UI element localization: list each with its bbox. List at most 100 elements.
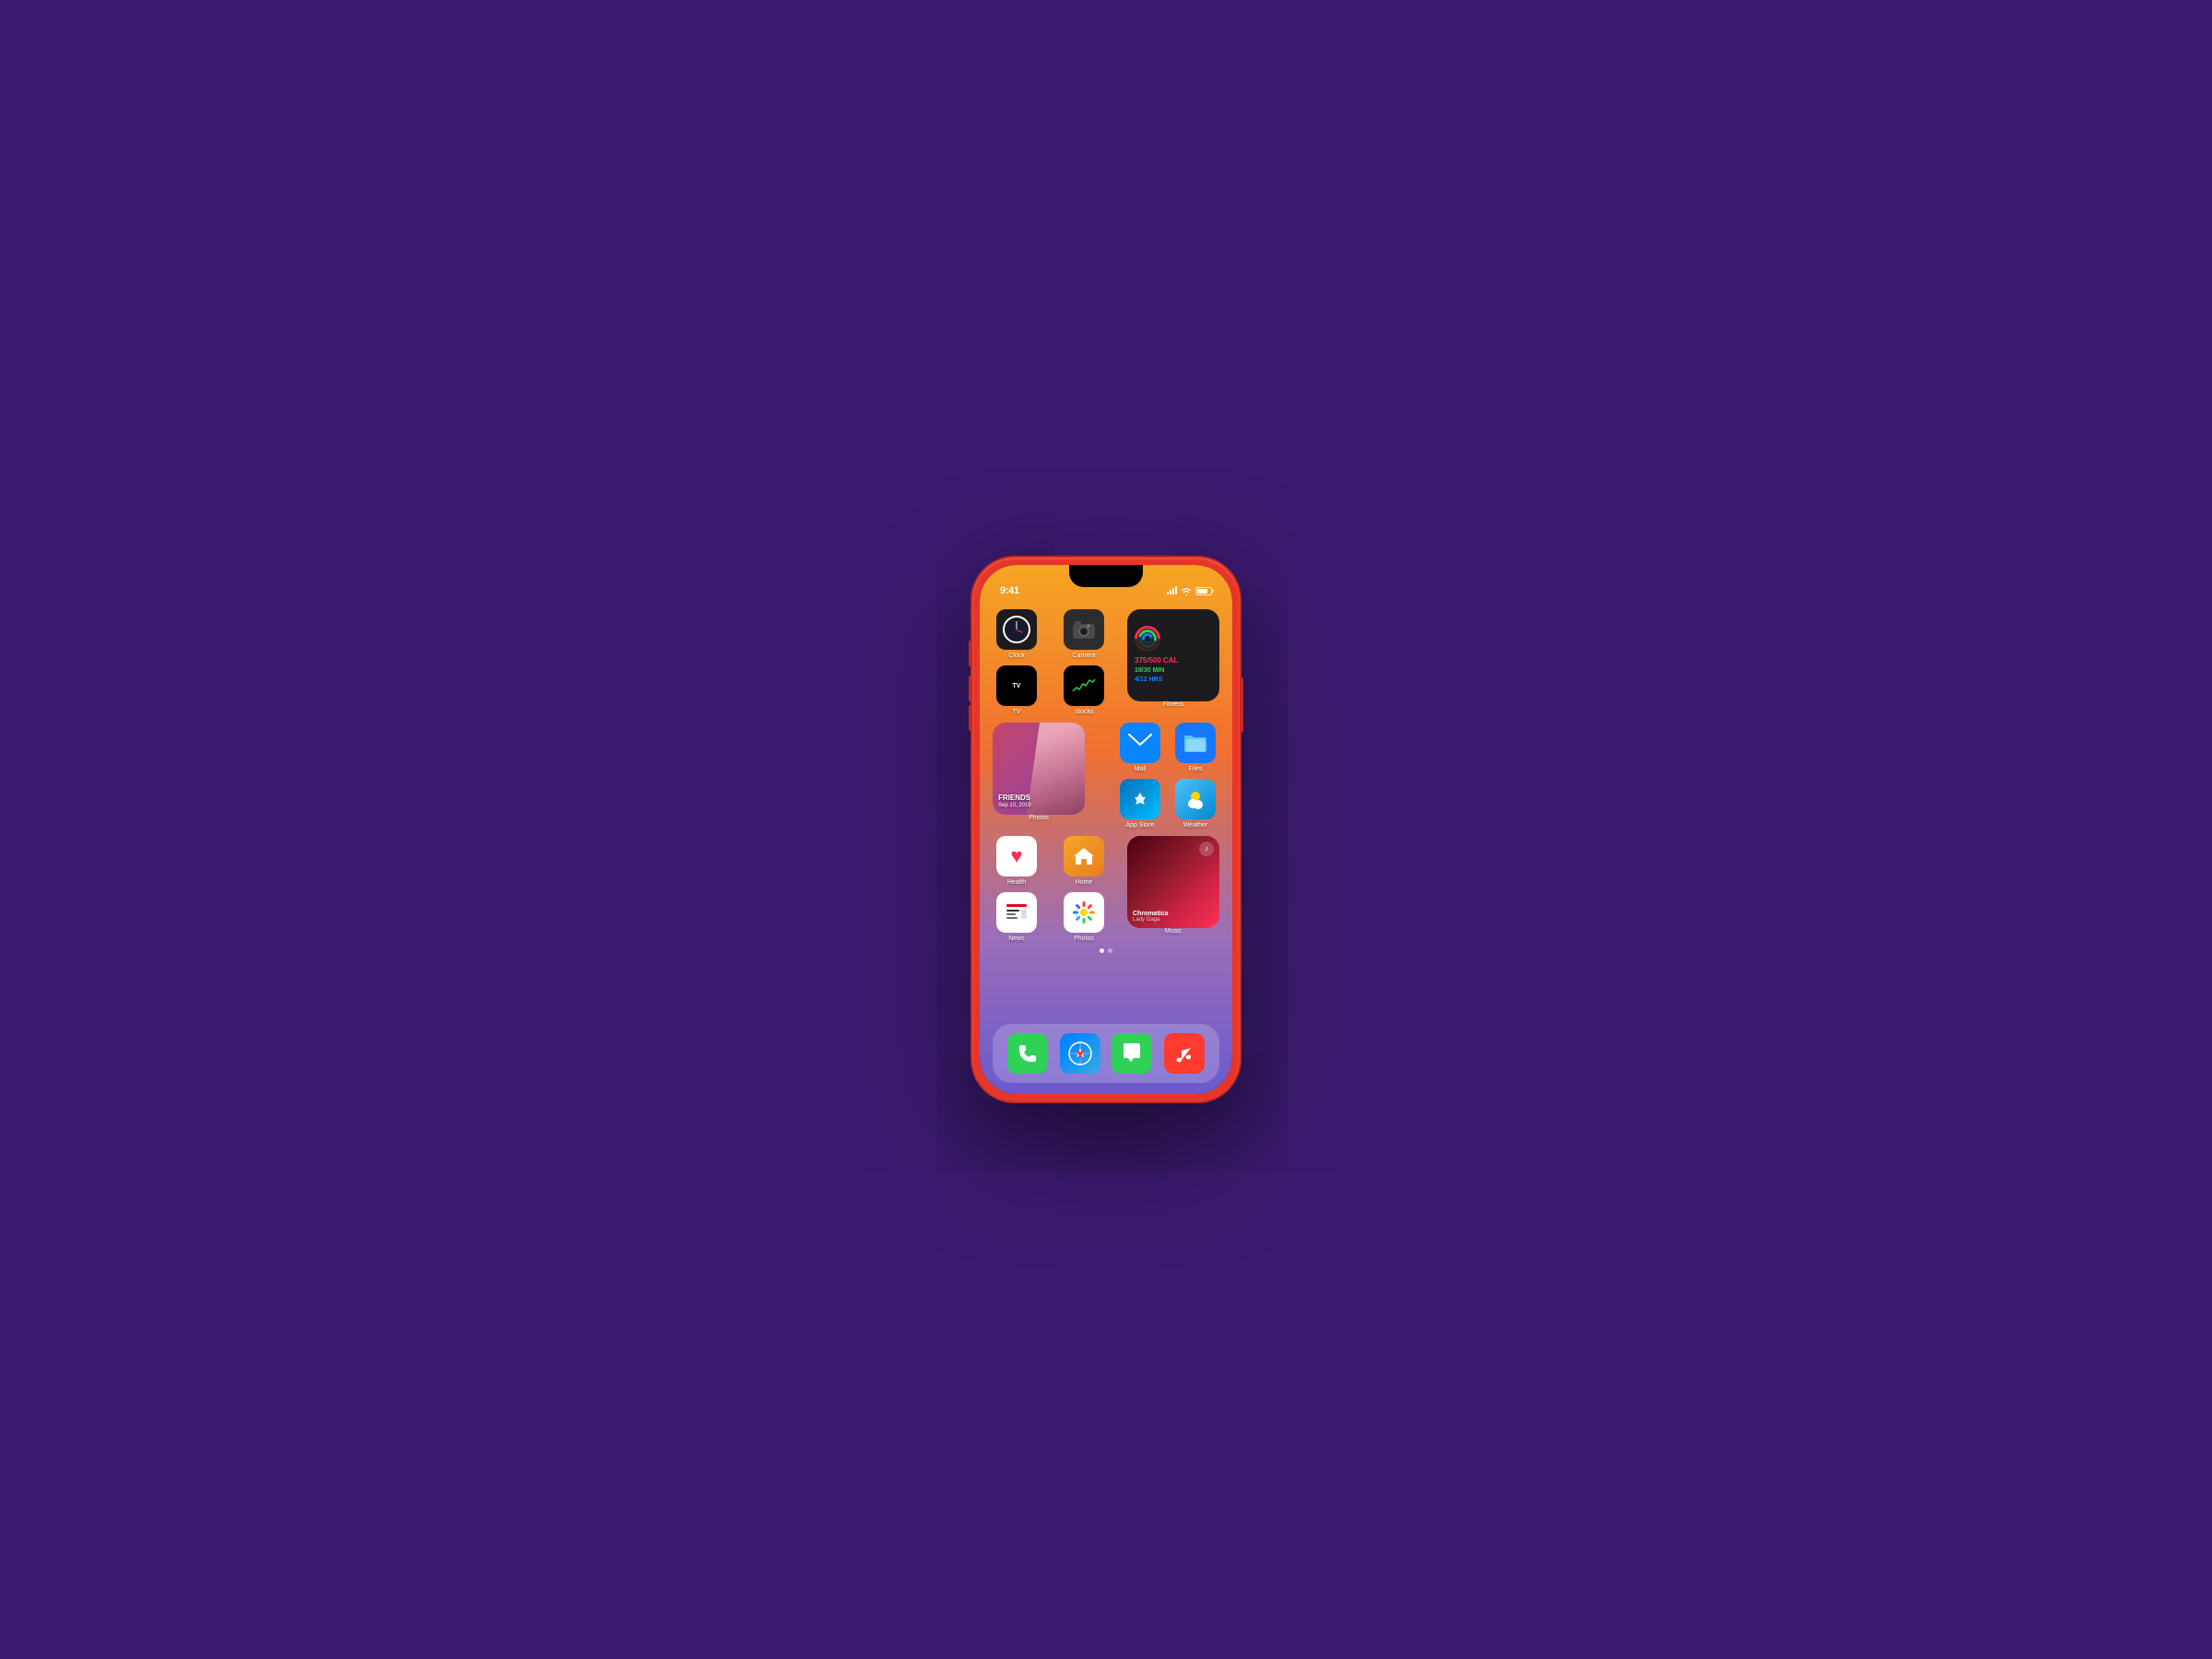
- app-photos[interactable]: Photos: [1060, 892, 1108, 943]
- stocks-label: Stocks: [1074, 709, 1093, 716]
- home-icon[interactable]: [1064, 836, 1104, 877]
- app-health[interactable]: ♥ Health: [993, 836, 1041, 887]
- app-tv[interactable]: TV TV: [993, 665, 1041, 716]
- tv-logo: TV: [1013, 683, 1021, 689]
- phone-icon: [1016, 1041, 1040, 1065]
- health-icon[interactable]: ♥: [996, 836, 1037, 877]
- mail-files-row: Mail Files: [1116, 723, 1219, 773]
- dock-music[interactable]: [1164, 1033, 1205, 1074]
- home-screen: 9:41: [980, 565, 1232, 1094]
- stocks-svg: [1071, 677, 1097, 695]
- messages-icon: [1120, 1041, 1144, 1065]
- mail-files-col: Mail Files: [1116, 723, 1219, 830]
- page-dot-1[interactable]: [1100, 948, 1104, 953]
- fitness-widget-icon[interactable]: 375/500 CAL 19/30 MIN 4/12 HRS: [1127, 609, 1219, 701]
- safari-icon: [1067, 1041, 1093, 1066]
- app-photos-widget[interactable]: FRIENDS Sep 10, 2019 Photos: [993, 723, 1085, 822]
- app-fitness-widget[interactable]: 375/500 CAL 19/30 MIN 4/12 HRS: [1127, 609, 1219, 709]
- files-icon[interactable]: [1175, 723, 1216, 763]
- music-song: Chromatica: [1133, 911, 1214, 917]
- home-photos-col: Home: [1060, 836, 1108, 944]
- battery-fill: [1197, 589, 1207, 594]
- battery-icon: [1195, 587, 1212, 595]
- stocks-icon[interactable]: [1064, 665, 1104, 706]
- phone-device: 9:41: [972, 558, 1240, 1101]
- app-music-widget[interactable]: ♪ Chromatica Lady Gaga Music: [1127, 836, 1219, 935]
- music-widget-icon[interactable]: ♪ Chromatica Lady Gaga: [1127, 836, 1219, 928]
- app-mail[interactable]: Mail: [1116, 723, 1164, 773]
- mail-svg: [1128, 734, 1152, 752]
- appstore-weather-row: App Store: [1116, 779, 1219, 830]
- page-dots: [993, 948, 1219, 953]
- health-label: Health: [1007, 879, 1026, 887]
- status-time: 9:41: [1000, 585, 1019, 596]
- camera-svg: [1072, 619, 1096, 640]
- music-icon: [1172, 1041, 1196, 1065]
- news-icon[interactable]: [996, 892, 1037, 933]
- camera-icon[interactable]: [1064, 609, 1104, 650]
- app-row-1: Clock TV TV: [993, 609, 1219, 717]
- heart-icon: ♥: [1010, 844, 1022, 868]
- home-label: Home: [1076, 879, 1093, 887]
- mail-icon[interactable]: [1120, 723, 1160, 763]
- notch: [1069, 565, 1143, 587]
- app-weather[interactable]: Weather: [1171, 779, 1219, 830]
- fitness-minutes: 19/30 MIN: [1135, 666, 1212, 676]
- mail-label: Mail: [1135, 766, 1147, 773]
- music-info: Chromatica Lady Gaga: [1133, 911, 1214, 923]
- status-icons: [1167, 587, 1212, 595]
- app-clock[interactable]: Clock: [993, 609, 1041, 660]
- health-home-col: ♥ Health: [993, 836, 1041, 944]
- camera-label: Camera: [1073, 653, 1096, 660]
- photos-date-label: Sep 10, 2019: [998, 803, 1031, 809]
- wifi-icon: [1181, 587, 1192, 595]
- app-news[interactable]: News: [993, 892, 1041, 943]
- files-svg: [1182, 732, 1208, 754]
- clock-face: [1003, 616, 1030, 643]
- signal-icon: [1167, 587, 1177, 594]
- appstore-svg: [1128, 787, 1152, 811]
- dock-safari[interactable]: [1060, 1033, 1100, 1074]
- weather-label: Weather: [1183, 822, 1207, 830]
- fitness-rings: [1135, 626, 1212, 652]
- fitness-stats: 375/500 CAL 19/30 MIN 4/12 HRS: [1135, 655, 1212, 684]
- fitness-calories: 375/500 CAL: [1135, 655, 1212, 666]
- home-content: Clock TV TV: [980, 606, 1232, 953]
- photos-widget-icon[interactable]: FRIENDS Sep 10, 2019: [993, 723, 1085, 815]
- app-camera[interactable]: Camera: [1060, 609, 1108, 660]
- weather-icon[interactable]: [1175, 779, 1216, 819]
- ring-stack: [1135, 626, 1160, 652]
- weather-svg: [1182, 786, 1208, 812]
- music-artist: Lady Gaga: [1133, 917, 1214, 923]
- music-widget-label: Music: [1165, 928, 1182, 935]
- photos-icon[interactable]: [1064, 892, 1104, 933]
- app-stocks[interactable]: Stocks: [1060, 665, 1108, 716]
- dock-phone[interactable]: [1007, 1033, 1048, 1074]
- appstore-label: App Store: [1125, 822, 1154, 830]
- news-svg: [1004, 900, 1030, 925]
- app-appstore[interactable]: App Store: [1116, 779, 1164, 830]
- app-files[interactable]: Files: [1171, 723, 1219, 773]
- dock: [993, 1024, 1219, 1083]
- photos-svg: [1071, 900, 1097, 925]
- fitness-label: Fitness: [1163, 701, 1184, 709]
- news-label: News: [1008, 935, 1025, 943]
- dock-messages[interactable]: [1112, 1033, 1152, 1074]
- files-label: Files: [1189, 766, 1203, 773]
- photos-friends-label: FRIENDS: [998, 794, 1031, 803]
- page-dot-2[interactable]: [1108, 948, 1112, 953]
- music-note-icon: ♪: [1199, 841, 1214, 856]
- tv-label: TV: [1013, 709, 1021, 716]
- small-apps-col: Clock TV TV: [993, 609, 1041, 717]
- small-apps-col2: Camera Stocks: [1060, 609, 1108, 717]
- appstore-icon[interactable]: [1120, 779, 1160, 819]
- app-row-3: ♥ Health: [993, 836, 1219, 944]
- clock-label: Clock: [1008, 653, 1025, 660]
- clock-icon[interactable]: [996, 609, 1037, 650]
- app-home[interactable]: Home: [1060, 836, 1108, 887]
- photos-label: Photos: [1074, 935, 1094, 943]
- tv-icon[interactable]: TV: [996, 665, 1037, 706]
- photos-widget-bg: FRIENDS Sep 10, 2019: [993, 723, 1085, 815]
- app-row-2: FRIENDS Sep 10, 2019 Photos: [993, 723, 1219, 830]
- home-svg: [1072, 844, 1096, 868]
